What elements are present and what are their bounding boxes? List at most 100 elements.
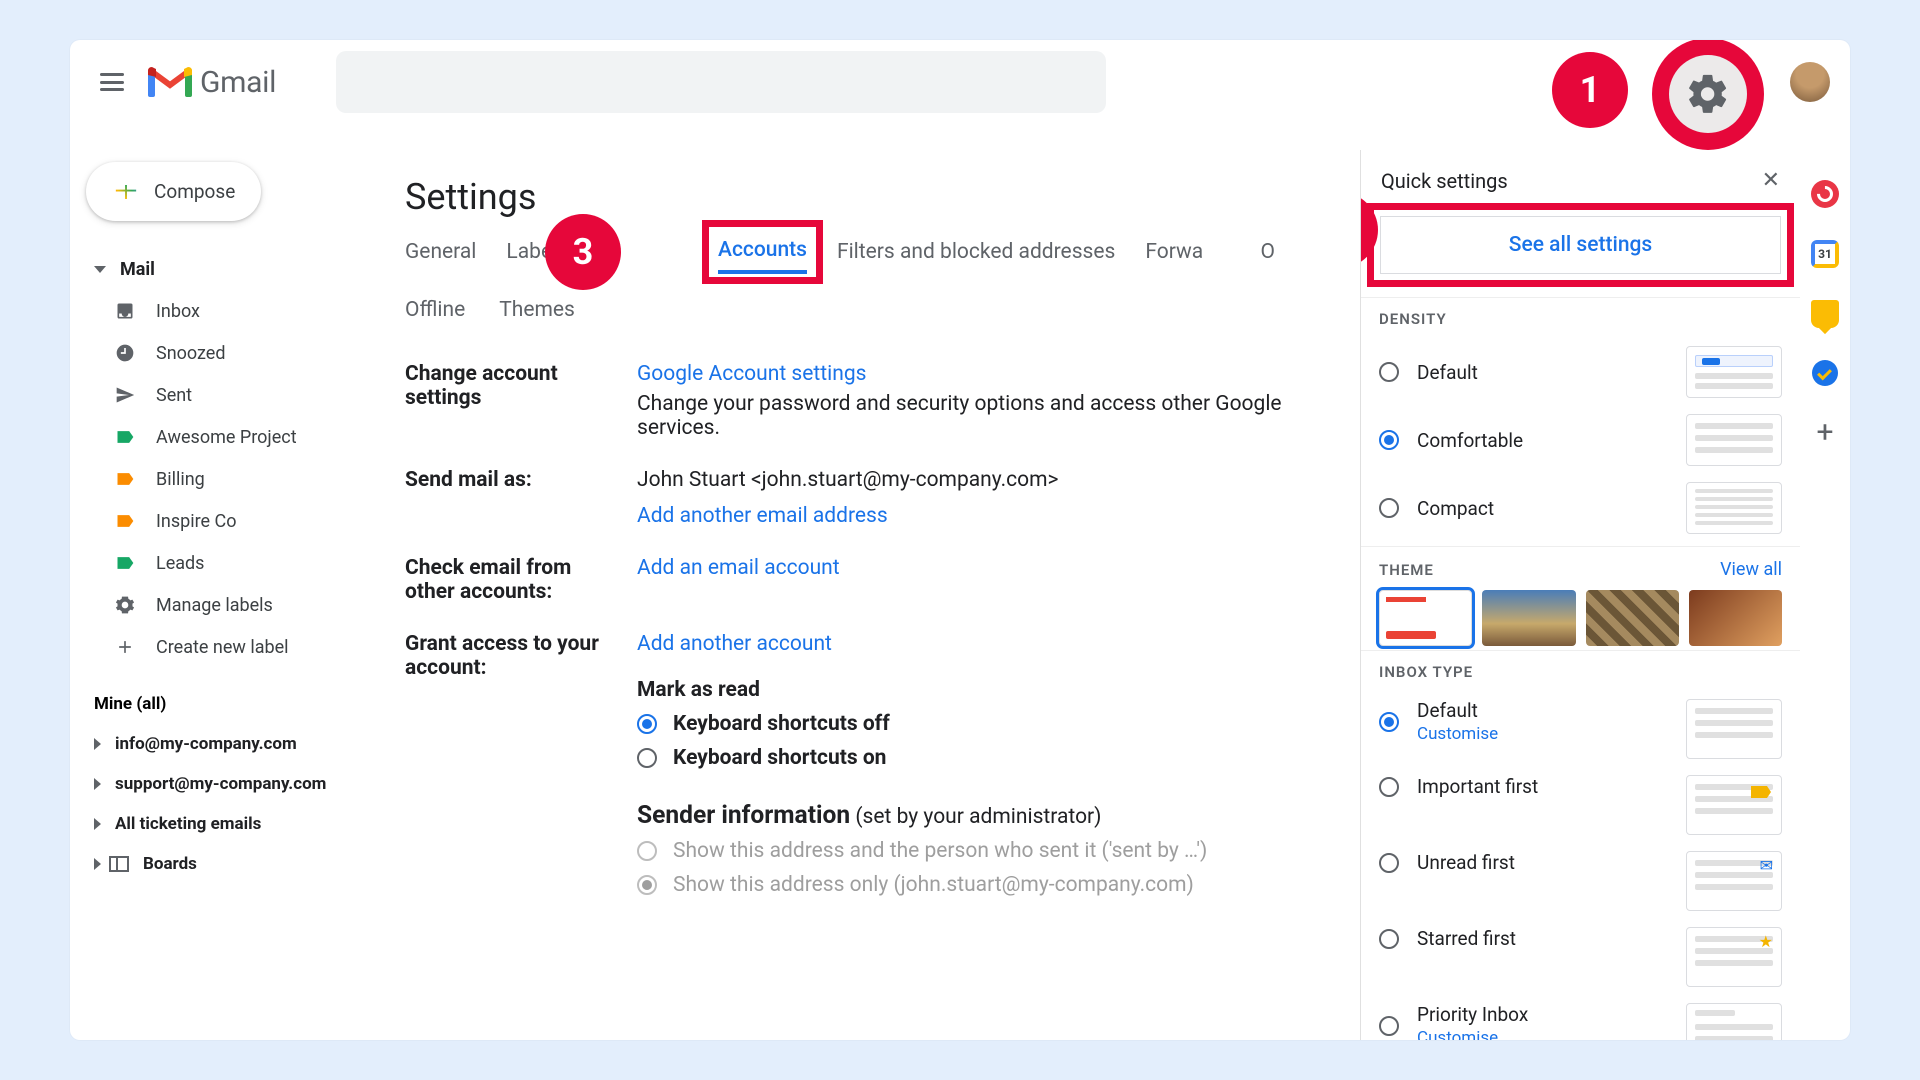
- send-mail-as-value: John Stuart <john.stuart@my-company.com>: [637, 468, 1350, 492]
- add-email-address-link[interactable]: Add another email address: [637, 504, 1350, 528]
- compose-label: Compose: [154, 180, 235, 203]
- inbox-unread-radio[interactable]: [1379, 853, 1399, 873]
- add-email-account-link[interactable]: Add an email account: [637, 556, 1350, 580]
- gmail-window: Gmail 1 + ＋ Compose Mail: [70, 40, 1850, 1040]
- sidebar-item-inbox[interactable]: Inbox: [78, 290, 382, 332]
- plus-icon: [114, 636, 136, 658]
- header: Gmail 1: [70, 40, 1850, 124]
- sender-info-note: (set by your administrator): [855, 805, 1101, 829]
- gmail-logo[interactable]: Gmail: [148, 65, 276, 100]
- keep-icon[interactable]: [1811, 300, 1839, 328]
- settings-gear-button[interactable]: [1669, 55, 1747, 133]
- sidebar-item-inspire-co[interactable]: Inspire Co: [78, 500, 382, 542]
- density-comfortable-radio[interactable]: [1379, 430, 1399, 450]
- density-default-radio[interactable]: [1379, 362, 1399, 382]
- inbox-important-radio[interactable]: [1379, 777, 1399, 797]
- clock-icon: [114, 342, 136, 364]
- chevron-right-icon: [94, 738, 101, 750]
- add-another-account-link[interactable]: Add another account: [637, 632, 1350, 656]
- account-avatar[interactable]: [1790, 62, 1830, 102]
- callout-1: 1: [1552, 52, 1628, 128]
- see-all-settings-button[interactable]: See all settings: [1380, 216, 1781, 274]
- density-comfortable-label: Comfortable: [1417, 429, 1523, 452]
- google-account-settings-link[interactable]: Google Account settings: [637, 362, 1350, 386]
- theme-thumb-3[interactable]: [1586, 590, 1679, 646]
- sender-opt2-label: Show this address only (john.stuart@my-c…: [673, 873, 1194, 897]
- theme-thumb-2[interactable]: [1482, 590, 1575, 646]
- theme-view-all-link[interactable]: View all: [1720, 559, 1782, 580]
- callout-3: 3: [545, 214, 621, 290]
- kb-shortcuts-off-label: Keyboard shortcuts off: [673, 712, 890, 736]
- inbox-default-radio[interactable]: [1379, 712, 1399, 732]
- calendar-icon[interactable]: [1811, 240, 1839, 268]
- sidebar-item-support-account[interactable]: support@my-company.com: [78, 764, 382, 804]
- chevron-right-icon: [94, 818, 101, 830]
- inbox-starred-label: Starred first: [1417, 927, 1516, 950]
- kb-shortcuts-on-radio[interactable]: [637, 748, 657, 768]
- mail-section-header[interactable]: Mail: [78, 249, 382, 290]
- inbox-unread-label: Unread first: [1417, 851, 1515, 874]
- sidebar-item-info-account[interactable]: info@my-company.com: [78, 724, 382, 764]
- inbox-default-customise[interactable]: Customise: [1417, 724, 1498, 744]
- main-menu-icon[interactable]: [100, 73, 124, 91]
- density-default-preview: [1686, 346, 1782, 398]
- density-compact-radio[interactable]: [1379, 498, 1399, 518]
- quick-settings-title: Quick settings: [1381, 169, 1508, 193]
- gmail-m-icon: [148, 65, 192, 99]
- inbox-starred-radio[interactable]: [1379, 929, 1399, 949]
- sidebar-item-sent[interactable]: Sent: [78, 374, 382, 416]
- grant-access-label: Grant access to your account:: [405, 632, 615, 897]
- theme-thumb-1[interactable]: [1379, 590, 1472, 646]
- gmail-wordmark: Gmail: [200, 65, 276, 100]
- inbox-priority-preview: [1686, 1003, 1782, 1040]
- inbox-default-label: Default: [1417, 699, 1498, 722]
- tab-accounts[interactable]: Accounts: [718, 238, 807, 274]
- inbox-type-title: INBOX TYPE: [1379, 663, 1782, 681]
- side-app-rail: +: [1800, 180, 1850, 448]
- gear-icon: [114, 594, 136, 616]
- sender-opt1-label: Show this address and the person who sen…: [673, 839, 1207, 863]
- send-mail-as-label: Send mail as:: [405, 468, 615, 528]
- density-comfortable-preview: [1686, 414, 1782, 466]
- sidebar-item-create-label[interactable]: Create new label: [78, 626, 382, 668]
- density-compact-preview: [1686, 482, 1782, 534]
- close-icon[interactable]: ✕: [1762, 168, 1780, 193]
- quick-settings-panel: Quick settings ✕ 2 See all settings DENS…: [1360, 150, 1800, 1040]
- density-default-label: Default: [1417, 361, 1478, 384]
- sidebar-item-billing[interactable]: Billing: [78, 458, 382, 500]
- sidebar: ＋ Compose Mail Inbox Snoozed Sent Aw: [70, 144, 390, 1040]
- inbox-priority-label: Priority Inbox: [1417, 1003, 1528, 1026]
- tab-filters[interactable]: Filters and blocked addresses: [837, 240, 1115, 272]
- sidebar-item-boards[interactable]: Boards: [78, 844, 382, 884]
- sidebar-item-all-ticketing[interactable]: All ticketing emails: [78, 804, 382, 844]
- tasks-icon[interactable]: [1812, 360, 1838, 386]
- tab-themes[interactable]: Themes: [499, 298, 575, 330]
- chevron-down-icon: [94, 266, 106, 273]
- mine-section-header: Mine (all): [78, 684, 382, 724]
- callout-2-frame: 2 See all settings: [1367, 203, 1794, 287]
- kb-shortcuts-on-label: Keyboard shortcuts on: [673, 746, 886, 770]
- tab-offline[interactable]: Offline: [405, 298, 465, 330]
- inbox-priority-customise[interactable]: Customise: [1417, 1028, 1528, 1040]
- compose-button[interactable]: ＋ Compose: [86, 162, 261, 221]
- grammarly-icon[interactable]: [1811, 180, 1839, 208]
- settings-tabs: 3 General Labels Inbox Accounts Filters …: [405, 238, 1350, 274]
- label-icon: [114, 552, 136, 574]
- page-title: Settings: [405, 176, 1350, 218]
- sidebar-item-snoozed[interactable]: Snoozed: [78, 332, 382, 374]
- tab-general[interactable]: General: [405, 240, 476, 272]
- tab-forwarding[interactable]: Forwa O: [1145, 240, 1275, 272]
- inbox-important-preview: [1686, 775, 1782, 835]
- sidebar-item-awesome-project[interactable]: Awesome Project: [78, 416, 382, 458]
- sidebar-item-manage-labels[interactable]: Manage labels: [78, 584, 382, 626]
- settings-main: Settings 3 General Labels Inbox Accounts…: [405, 150, 1380, 1040]
- inbox-starred-preview: [1686, 927, 1782, 987]
- sidebar-item-leads[interactable]: Leads: [78, 542, 382, 584]
- search-input[interactable]: [336, 51, 1106, 113]
- density-title: DENSITY: [1379, 310, 1782, 328]
- add-app-icon[interactable]: +: [1816, 418, 1833, 448]
- kb-shortcuts-off-radio[interactable]: [637, 714, 657, 734]
- inbox-important-label: Important first: [1417, 775, 1538, 798]
- inbox-priority-radio[interactable]: [1379, 1016, 1399, 1036]
- theme-thumb-4[interactable]: [1689, 590, 1782, 646]
